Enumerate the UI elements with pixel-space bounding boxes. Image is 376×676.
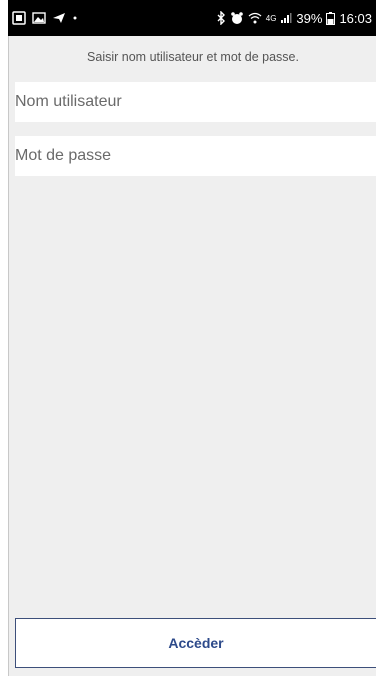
bluetooth-icon	[216, 11, 226, 25]
login-button[interactable]: Accèder	[15, 618, 376, 668]
wifi-icon	[248, 12, 262, 24]
phone-screen: 4G 39% 16:03 Saisir nom utilisateur et m…	[0, 0, 376, 676]
login-screen: Saisir nom utilisateur et mot de passe. …	[8, 36, 376, 676]
username-field[interactable]	[15, 82, 376, 122]
signal-icon	[280, 12, 292, 24]
status-left-icons	[12, 11, 78, 25]
battery-icon	[326, 11, 336, 25]
sim-card-icon	[12, 11, 26, 25]
network-type: 4G	[265, 13, 277, 23]
status-bar: 4G 39% 16:03	[8, 0, 376, 36]
login-prompt: Saisir nom utilisateur et mot de passe.	[87, 50, 299, 64]
clock: 16:03	[339, 10, 372, 26]
image-icon	[32, 12, 46, 24]
send-icon	[52, 12, 66, 24]
alarm-icon	[230, 11, 244, 25]
status-right-icons: 4G 39% 16:03	[216, 11, 372, 26]
battery-percent: 39%	[296, 10, 323, 26]
password-field[interactable]	[15, 136, 376, 176]
dot-icon	[72, 15, 78, 21]
